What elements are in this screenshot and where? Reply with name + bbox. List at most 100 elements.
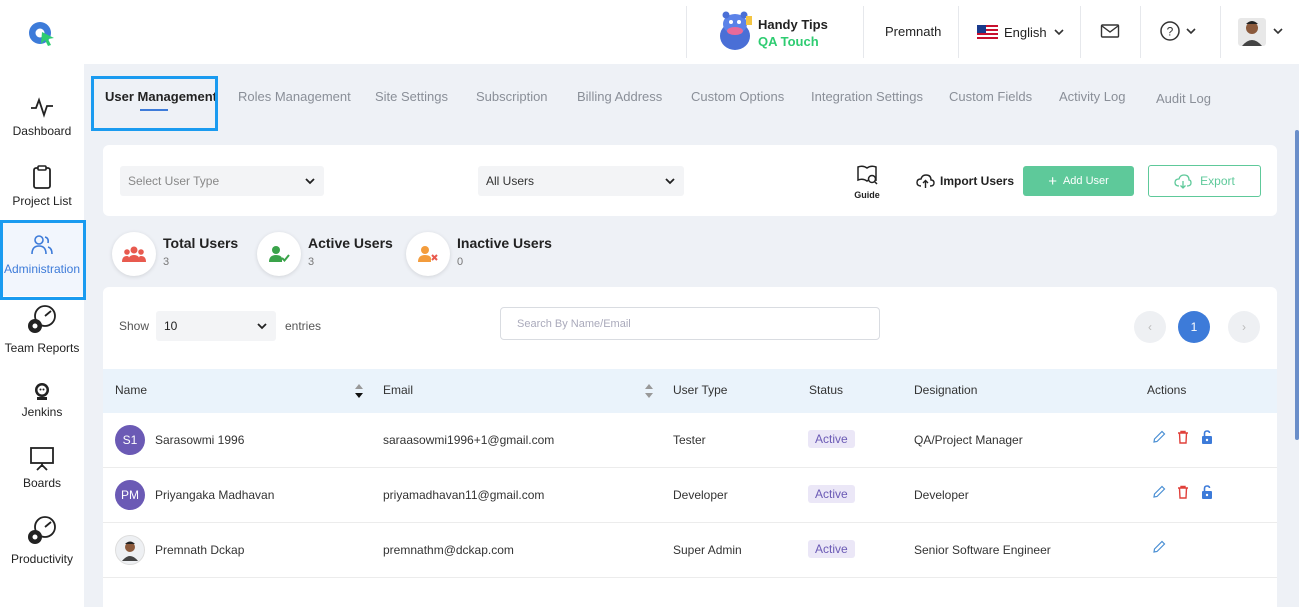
user-x-icon	[418, 246, 438, 262]
board-icon	[30, 447, 54, 471]
guide-button[interactable]: Guide	[852, 164, 882, 200]
edit-icon[interactable]	[1151, 539, 1167, 555]
avatar: S1	[115, 425, 145, 455]
user-type-select[interactable]: Select User Type	[120, 166, 324, 196]
sort-icon[interactable]	[644, 383, 654, 399]
stat-label: Inactive Users	[457, 235, 552, 251]
language-label: English	[1004, 24, 1047, 40]
chevron-down-icon	[257, 323, 267, 330]
sidebar-item-dashboard[interactable]: Dashboard	[0, 94, 84, 138]
sidebar-item-label: Jenkins	[21, 405, 63, 419]
tab-subscription[interactable]: Subscription	[476, 89, 548, 104]
column-header-email[interactable]: Email	[383, 383, 413, 397]
user-email: saraasowmi1996+1@gmail.com	[383, 433, 555, 447]
chevron-down-icon	[1054, 29, 1064, 36]
user-email: priyamadhavan11@gmail.com	[383, 488, 545, 502]
tab-custom-options[interactable]: Custom Options	[691, 89, 784, 104]
tab-activity-log[interactable]: Activity Log	[1059, 89, 1125, 104]
edit-icon[interactable]	[1151, 429, 1167, 445]
table-row[interactable]: S1 Sarasowmi 1996 saraasowmi1996+1@gmail…	[103, 413, 1277, 468]
jenkins-icon	[35, 383, 49, 400]
sidebar-item-project-list[interactable]: Project List	[0, 164, 84, 208]
cloud-upload-icon	[916, 174, 935, 188]
export-button[interactable]: Export	[1148, 165, 1261, 197]
qa-touch-logo-icon[interactable]	[28, 20, 56, 46]
user-type: Tester	[673, 433, 706, 447]
plus-icon: +	[1048, 172, 1057, 190]
user-designation: Senior Software Engineer	[914, 543, 1051, 557]
unlock-icon[interactable]	[1199, 429, 1215, 445]
help-icon[interactable]: ?	[1160, 20, 1200, 42]
search-input[interactable]: Search By Name/Email	[500, 307, 880, 340]
page-size-value: 10	[164, 319, 178, 333]
status-badge: Active	[808, 540, 855, 558]
delete-icon[interactable]	[1175, 484, 1191, 500]
sort-desc-icon[interactable]	[354, 383, 364, 399]
column-header-status: Status	[809, 383, 844, 397]
user-check-icon	[269, 246, 290, 262]
show-label: Show	[119, 319, 150, 333]
unlock-icon[interactable]	[1199, 484, 1215, 500]
tab-custom-fields[interactable]: Custom Fields	[949, 89, 1032, 104]
page-size-select[interactable]: 10	[156, 311, 276, 341]
sidebar-item-label: Team Reports	[4, 341, 80, 355]
tab-site-settings[interactable]: Site Settings	[375, 89, 448, 104]
workspace-user-name[interactable]: Premnath	[885, 24, 941, 39]
sidebar-item-team-reports[interactable]: Team Reports	[0, 303, 84, 355]
divider	[958, 6, 959, 58]
next-page-button[interactable]: ›	[1228, 311, 1260, 343]
user-email: premnathm@dckap.com	[383, 543, 514, 557]
stat-icon-container	[257, 232, 301, 276]
column-header-name[interactable]: Name	[115, 383, 147, 397]
us-flag-icon	[977, 25, 998, 39]
add-user-button[interactable]: + Add User	[1023, 166, 1134, 196]
sidebar-item-label: Productivity	[10, 552, 74, 566]
table-row[interactable]: Premnath Dckap premnathm@dckap.com Super…	[103, 523, 1277, 578]
mail-icon[interactable]	[1100, 22, 1120, 40]
language-selector[interactable]: English	[977, 22, 1065, 42]
tab-audit-log[interactable]: Audit Log	[1156, 91, 1211, 106]
user-name: Sarasowmi 1996	[155, 433, 245, 447]
user-designation: Developer	[914, 488, 969, 502]
handy-tips[interactable]: Handy Tips QA Touch	[716, 10, 836, 54]
stat-value: 3	[308, 256, 315, 268]
tab-roles-management[interactable]: Roles Management	[238, 89, 351, 104]
chevron-down-icon	[665, 178, 675, 185]
cloud-download-icon	[1174, 173, 1192, 189]
highlight-box	[0, 220, 86, 300]
export-label: Export	[1200, 174, 1235, 188]
sidebar-item-productivity[interactable]: Productivity	[0, 514, 84, 566]
prev-page-button[interactable]: ‹	[1134, 311, 1166, 343]
tab-integration-settings[interactable]: Integration Settings	[811, 89, 923, 104]
table-row[interactable]: PM Priyangaka Madhavan priyamadhavan11@g…	[103, 468, 1277, 523]
user-type: Super Admin	[673, 543, 742, 557]
top-bar: Handy Tips QA Touch Premnath English ?	[0, 0, 1299, 64]
stat-icon-container	[406, 232, 450, 276]
scrollbar[interactable]	[1295, 130, 1299, 440]
sidebar-item-boards[interactable]: Boards	[0, 444, 84, 490]
svg-text:?: ?	[1167, 25, 1174, 39]
stat-value: 0	[457, 256, 464, 268]
sidebar-item-jenkins[interactable]: Jenkins	[0, 381, 84, 419]
user-scope-select[interactable]: All Users	[478, 166, 684, 196]
stat-label: Active Users	[308, 235, 393, 251]
stat-label: Total Users	[163, 235, 239, 251]
page-1-button[interactable]: 1	[1178, 311, 1210, 343]
users-group-icon	[122, 246, 146, 262]
guide-label: Guide	[854, 190, 880, 200]
table-header: Name Email User Type Status Designation …	[103, 369, 1277, 413]
add-user-label: Add User	[1062, 175, 1109, 187]
import-users-button[interactable]: Import Users	[916, 172, 1014, 190]
user-designation: QA/Project Manager	[914, 433, 1023, 447]
delete-icon[interactable]	[1175, 429, 1191, 445]
tab-billing-address[interactable]: Billing Address	[577, 89, 662, 104]
sidebar-item-label: Boards	[22, 476, 62, 490]
user-scope-value: All Users	[486, 174, 535, 188]
stat-icon-container	[112, 232, 156, 276]
edit-icon[interactable]	[1151, 484, 1167, 500]
user-type-placeholder: Select User Type	[128, 174, 220, 188]
status-badge: Active	[808, 485, 855, 503]
user-avatar[interactable]	[1238, 16, 1288, 48]
sidebar-item-label: Dashboard	[12, 124, 72, 138]
avatar: PM	[115, 480, 145, 510]
